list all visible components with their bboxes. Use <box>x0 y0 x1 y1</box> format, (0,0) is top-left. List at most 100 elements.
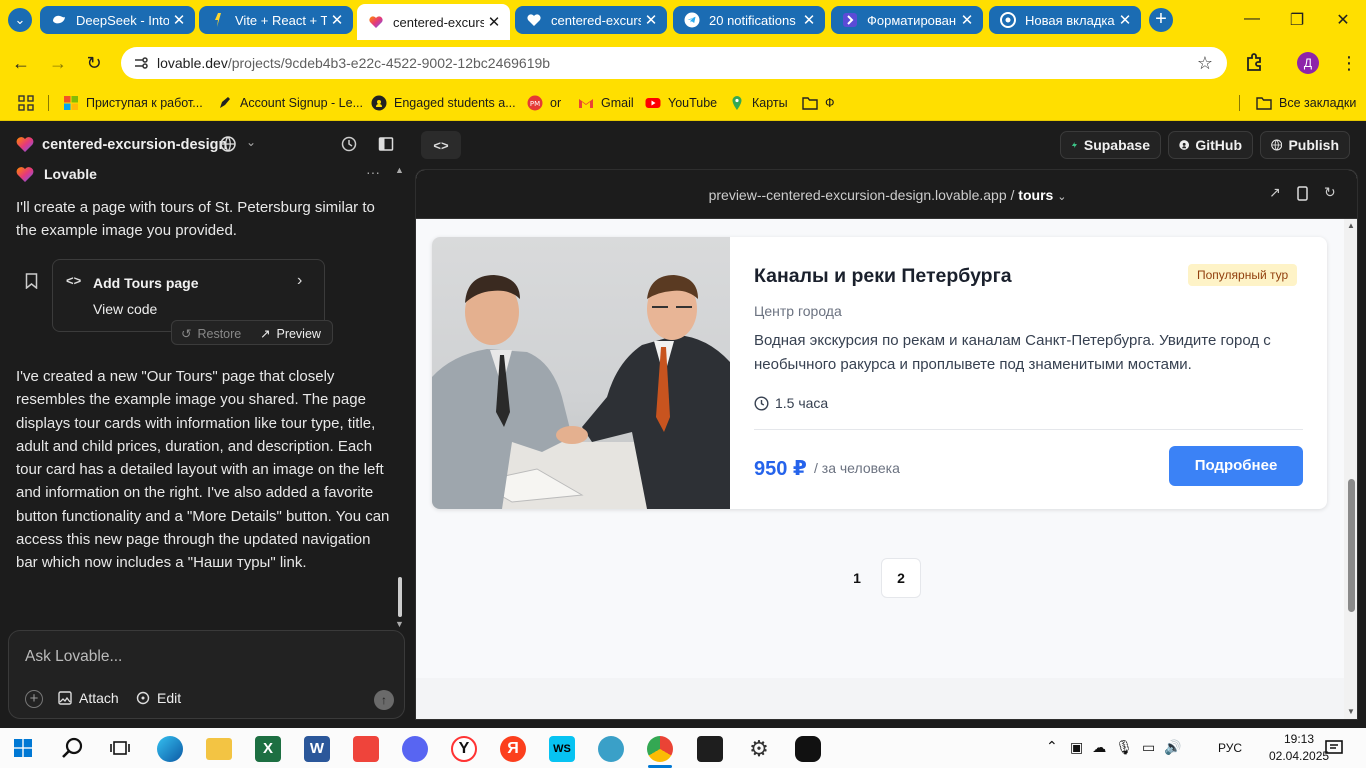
bookmark-item[interactable]: Карты <box>729 93 788 113</box>
bookmark-item[interactable]: YouTube <box>645 93 717 113</box>
history-icon[interactable] <box>341 136 357 152</box>
file-explorer-icon[interactable] <box>206 738 232 760</box>
edit-button[interactable]: Edit <box>136 690 181 706</box>
bookmark-star-icon[interactable]: ☆ <box>1197 53 1213 74</box>
attach-button[interactable]: Attach <box>58 690 119 706</box>
chrome-taskbar-icon[interactable] <box>647 736 673 762</box>
scrollbar-thumb[interactable] <box>1348 479 1355 612</box>
figma-icon[interactable] <box>697 736 723 762</box>
new-tab-button[interactable]: + <box>1149 8 1173 32</box>
chevron-right-icon[interactable]: › <box>297 272 302 290</box>
bookmark-item[interactable]: Ф <box>802 93 835 113</box>
tab-formatting[interactable]: Форматировани ✕ <box>831 6 983 34</box>
chat-input[interactable]: Ask Lovable... <box>25 648 122 666</box>
bookmark-item[interactable]: Gmail <box>578 93 634 113</box>
edge-icon[interactable] <box>157 736 183 762</box>
scroll-down-icon[interactable]: ▼ <box>395 619 404 629</box>
site-info-icon[interactable] <box>133 55 149 71</box>
scroll-down-arrow[interactable]: ▼ <box>1347 707 1355 716</box>
page-2-button[interactable]: 2 <box>881 558 921 598</box>
bookmark-item[interactable]: Приступая к работ... <box>63 93 203 113</box>
tour-title[interactable]: Каналы и реки Петербурга <box>754 265 1012 288</box>
yandex-browser-icon[interactable]: Я <box>500 736 526 762</box>
mobile-view-icon[interactable] <box>1297 186 1308 201</box>
chat-scrollbar-thumb[interactable] <box>398 577 402 617</box>
bookmark-icon[interactable] <box>25 273 38 289</box>
tab-close-icon[interactable]: ✕ <box>641 11 661 29</box>
reload-icon[interactable]: ↻ <box>83 52 105 74</box>
refresh-icon[interactable]: ↻ <box>1324 184 1336 201</box>
restore-button[interactable]: ↺ Restore <box>181 326 241 342</box>
word-icon[interactable]: W <box>304 736 330 762</box>
bookmarks-divider <box>1239 95 1240 111</box>
publish-button[interactable]: Publish <box>1260 131 1350 159</box>
tab-close-icon[interactable]: ✕ <box>169 11 189 29</box>
github-button[interactable]: GitHub <box>1168 131 1253 159</box>
tab-centered-excursion-active[interactable]: centered-excursi ✕ <box>357 4 510 40</box>
tab-vite[interactable]: Vite + React + T ✕ <box>199 6 353 34</box>
yandex-icon[interactable]: Y <box>451 736 477 762</box>
chevron-down-icon[interactable]: ⌄ <box>246 135 256 149</box>
excel-icon[interactable]: X <box>255 736 281 762</box>
add-icon[interactable]: + <box>25 690 43 708</box>
globe-icon[interactable] <box>220 136 236 152</box>
sidebar-toggle-icon[interactable] <box>378 136 394 152</box>
preview-scrollbar[interactable]: ▲ ▼ <box>1344 219 1357 719</box>
clock-date[interactable]: 02.04.2025 <box>1269 749 1329 763</box>
tab-telegram[interactable]: 20 notifications ✕ <box>673 6 825 34</box>
discord-icon[interactable] <box>402 736 428 762</box>
page-1-button[interactable]: 1 <box>841 558 873 598</box>
minimize-icon[interactable]: — <box>1242 10 1262 28</box>
more-details-button[interactable]: Подробнее <box>1169 446 1303 486</box>
tab-new-tab[interactable]: Новая вкладка ✕ <box>989 6 1141 34</box>
settings-icon[interactable]: ⚙ <box>746 736 772 762</box>
bookmark-item[interactable]: Engaged students a... <box>371 93 516 113</box>
tab-close-icon[interactable]: ✕ <box>799 11 819 29</box>
forward-icon[interactable]: → <box>47 52 69 74</box>
notifications-icon[interactable] <box>1325 740 1343 756</box>
send-button[interactable]: ↑ <box>374 690 394 710</box>
tab-close-icon[interactable]: ✕ <box>1115 11 1135 29</box>
preview-address[interactable]: preview--centered-excursion-design.lovab… <box>416 187 1357 203</box>
back-icon[interactable]: ← <box>10 52 32 74</box>
tab-search-button[interactable]: ⌄ <box>8 8 32 32</box>
search-icon[interactable] <box>61 736 85 760</box>
project-title[interactable]: centered-excursion-design <box>42 137 227 153</box>
address-bar[interactable]: lovable.dev/projects/9cdeb4b3-e22c-4522-… <box>121 47 1227 79</box>
language-indicator[interactable]: РУС <box>1218 741 1242 755</box>
task-view-icon[interactable] <box>110 739 130 757</box>
start-icon[interactable] <box>14 739 32 757</box>
preview-button[interactable]: ↗ Preview <box>260 326 321 342</box>
more-options-icon[interactable]: ··· <box>366 164 380 180</box>
maximize-icon[interactable]: ❐ <box>1287 10 1307 30</box>
terminal-app-icon[interactable] <box>795 736 821 762</box>
scroll-up-arrow[interactable]: ▲ <box>1347 221 1355 230</box>
view-code-link[interactable]: View code <box>93 301 157 317</box>
lovable-logo[interactable] <box>16 136 34 152</box>
all-bookmarks[interactable]: Все закладки <box>1256 93 1356 113</box>
tab-deepseek[interactable]: DeepSeek - Into ✕ <box>40 6 195 34</box>
window-close-icon[interactable]: ✕ <box>1333 10 1353 30</box>
bookmark-item[interactable]: Account Signup - Le... <box>217 93 363 113</box>
scroll-up-icon[interactable]: ▲ <box>395 165 404 175</box>
tab-close-icon[interactable]: ✕ <box>327 11 347 29</box>
chat-panel: Lovable ··· ▲ I'll create a page with to… <box>0 161 408 728</box>
clock-time[interactable]: 19:13 <box>1269 732 1329 746</box>
browser-toolbar: ← → ↻ lovable.dev/projects/9cdeb4b3-e22c… <box>0 40 1366 86</box>
open-external-icon[interactable]: ↗ <box>1269 184 1281 201</box>
tab-close-icon[interactable]: ✕ <box>957 11 977 29</box>
tray-chevron-icon[interactable]: ⌃ <box>1046 738 1058 755</box>
game-app-icon[interactable] <box>598 736 624 762</box>
extensions-icon[interactable] <box>1244 52 1266 74</box>
tab-centered-excursion-2[interactable]: centered-excursi ✕ <box>515 6 667 34</box>
supabase-button[interactable]: Supabase <box>1060 131 1161 159</box>
apps-icon[interactable] <box>18 93 34 113</box>
bookmark-item[interactable]: PM or <box>527 93 561 113</box>
chat-input-box[interactable]: Ask Lovable... + Attach Edit ↑ <box>8 630 405 719</box>
tab-close-icon[interactable]: ✕ <box>484 13 504 31</box>
webstorm-icon[interactable]: WS <box>549 736 575 762</box>
code-view-button[interactable]: <> <box>421 131 461 159</box>
profile-avatar[interactable]: Д <box>1297 52 1319 74</box>
anydesk-icon[interactable] <box>353 736 379 762</box>
menu-icon[interactable]: ⋮ <box>1338 52 1360 74</box>
